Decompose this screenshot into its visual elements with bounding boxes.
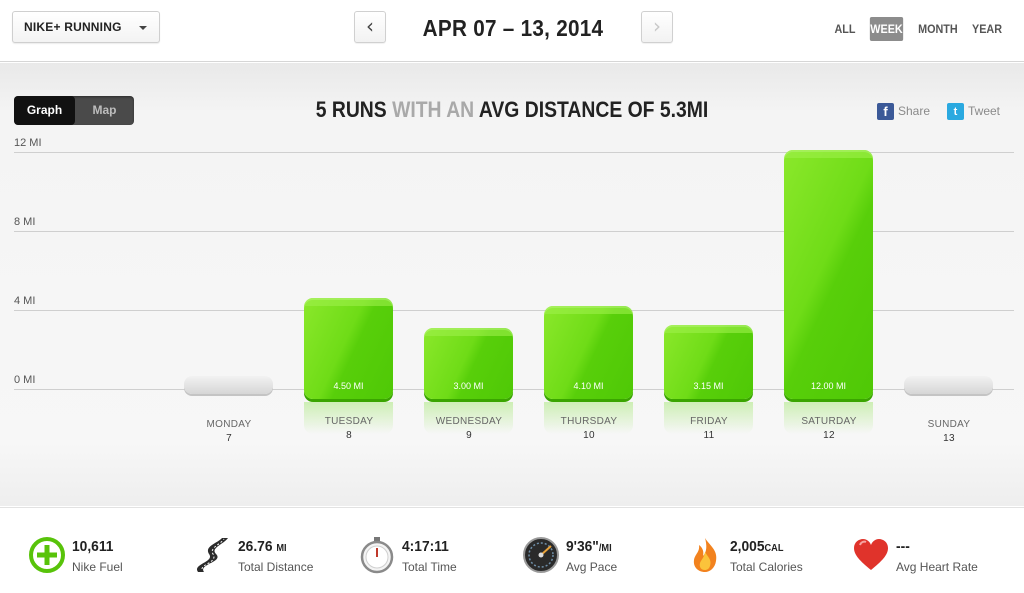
day-date: 13: [943, 433, 955, 444]
stopwatch-icon: [360, 537, 394, 574]
view-toggle: Graph Map: [14, 96, 134, 125]
stats-bar: 10,611 Nike Fuel 26.76 MI Total Distance…: [0, 507, 1024, 593]
stat-heart-value: ---: [896, 538, 910, 555]
chevron-left-icon: ‹: [366, 14, 374, 38]
stat-calories-label: Total Calories: [730, 560, 803, 574]
day-name: WEDNESDAY: [435, 416, 503, 427]
stat-calories-value: 2,005: [730, 538, 765, 555]
tweet-button[interactable]: t Tweet: [947, 101, 1000, 121]
nike-fuel-plus-icon: [29, 537, 65, 573]
day-date: 7: [226, 433, 232, 444]
bar-value-label: 3.00 MI: [453, 381, 484, 391]
distance-bar[interactable]: 3.15 MI: [664, 324, 753, 399]
stat-pace-unit: /MI: [598, 543, 612, 554]
day-name: SATURDAY: [801, 416, 857, 427]
period-year-tab[interactable]: YEAR: [972, 17, 1003, 41]
distance-bar[interactable]: 3.00 MI: [424, 327, 513, 399]
day-name: MONDAY: [206, 419, 252, 430]
day-date: 8: [346, 430, 352, 441]
stat-distance-label: Total Distance: [238, 560, 314, 574]
chart-panel: Graph Map 5 RUNS WITH AN AVG DISTANCE OF…: [0, 63, 1024, 506]
run-summary: 5 RUNS WITH AN AVG DISTANCE OF 5.3MI: [299, 96, 725, 124]
y-axis-tick-label: 8 MI: [14, 216, 36, 228]
chevron-down-icon: [139, 26, 147, 30]
day-name: FRIDAY: [690, 416, 728, 427]
day-name: SUNDAY: [927, 419, 971, 430]
date-range-title: APR 07 – 13, 2014: [422, 15, 604, 41]
distance-bar[interactable]: 12.00 MI: [784, 150, 873, 399]
stat-pace-value: 9'36": [566, 538, 599, 555]
previous-week-button[interactable]: ‹: [354, 11, 386, 43]
day-label: THURSDAY 10: [544, 416, 634, 441]
stat-time-value: 4:17:11: [402, 538, 449, 555]
day-date: 12: [823, 430, 835, 441]
top-bar: NIKE+ RUNNING ‹ APR 07 – 13, 2014 › ALL …: [0, 0, 1024, 62]
flame-icon: [693, 538, 717, 572]
stat-calories-unit: CAL: [764, 543, 784, 554]
twitter-icon: t: [947, 103, 964, 121]
share-label: Share: [898, 104, 931, 118]
day-label: WEDNESDAY 9: [424, 416, 514, 441]
day-label: FRIDAY 11: [664, 416, 754, 441]
y-axis-tick-label: 4 MI: [14, 295, 36, 307]
stat-distance-value: 26.76: [238, 538, 273, 555]
bar-value-label: 4.50 MI: [333, 381, 364, 391]
bar-value-label: 3.15 MI: [693, 380, 724, 391]
day-date: 11: [703, 430, 715, 441]
stat-fuel-label: Nike Fuel: [72, 560, 123, 574]
period-month-tab[interactable]: MONTH: [918, 17, 958, 41]
distance-bar[interactable]: 4.10 MI: [544, 306, 633, 399]
stat-pace-label: Avg Pace: [566, 560, 618, 574]
summary-runs: 5 RUNS: [315, 97, 387, 122]
day-label: TUESDAY 8: [304, 416, 394, 441]
period-week-tab[interactable]: WEEK: [869, 17, 904, 41]
bar-value-label: 12.00 MI: [810, 381, 847, 391]
day-date: 10: [583, 430, 595, 441]
summary-connector: WITH AN: [386, 97, 479, 122]
stat-distance-unit: MI: [276, 543, 287, 554]
day-label: SATURDAY 12: [784, 416, 874, 441]
app-select-dropdown[interactable]: NIKE+ RUNNING: [12, 11, 160, 43]
day-name: THURSDAY: [560, 416, 618, 427]
empty-day-bar: [184, 376, 273, 394]
day-name: TUESDAY: [324, 416, 374, 427]
facebook-share-button[interactable]: f Share: [877, 101, 930, 121]
y-axis-tick-label: 12 MI: [14, 137, 42, 149]
map-view-button[interactable]: Map: [75, 96, 134, 125]
next-week-button[interactable]: ›: [641, 11, 673, 43]
facebook-icon: f: [877, 103, 894, 121]
road-icon: [196, 538, 228, 572]
y-axis-tick-label: 0 MI: [14, 374, 36, 386]
period-all-tab[interactable]: ALL: [833, 17, 856, 41]
tweet-label: Tweet: [968, 104, 1001, 118]
stat-time-label: Total Time: [402, 560, 457, 574]
stat-heart-label: Avg Heart Rate: [896, 560, 978, 574]
empty-day-bar: [904, 376, 993, 394]
bar-value-label: 4.10 MI: [573, 380, 604, 391]
distance-bar[interactable]: 4.50 MI: [304, 298, 393, 399]
stat-fuel-value: 10,611: [72, 538, 114, 555]
summary-avg-distance: AVG DISTANCE OF 5.3MI: [478, 97, 709, 122]
day-label: MONDAY 7: [184, 419, 274, 444]
speedometer-icon: [523, 537, 559, 573]
chevron-right-icon: ›: [653, 14, 661, 38]
app-select-label: NIKE+ RUNNING: [24, 20, 122, 34]
graph-view-button[interactable]: Graph: [14, 96, 75, 125]
day-date: 9: [466, 430, 472, 441]
day-label: SUNDAY 13: [904, 419, 994, 444]
heart-icon: [854, 539, 888, 570]
